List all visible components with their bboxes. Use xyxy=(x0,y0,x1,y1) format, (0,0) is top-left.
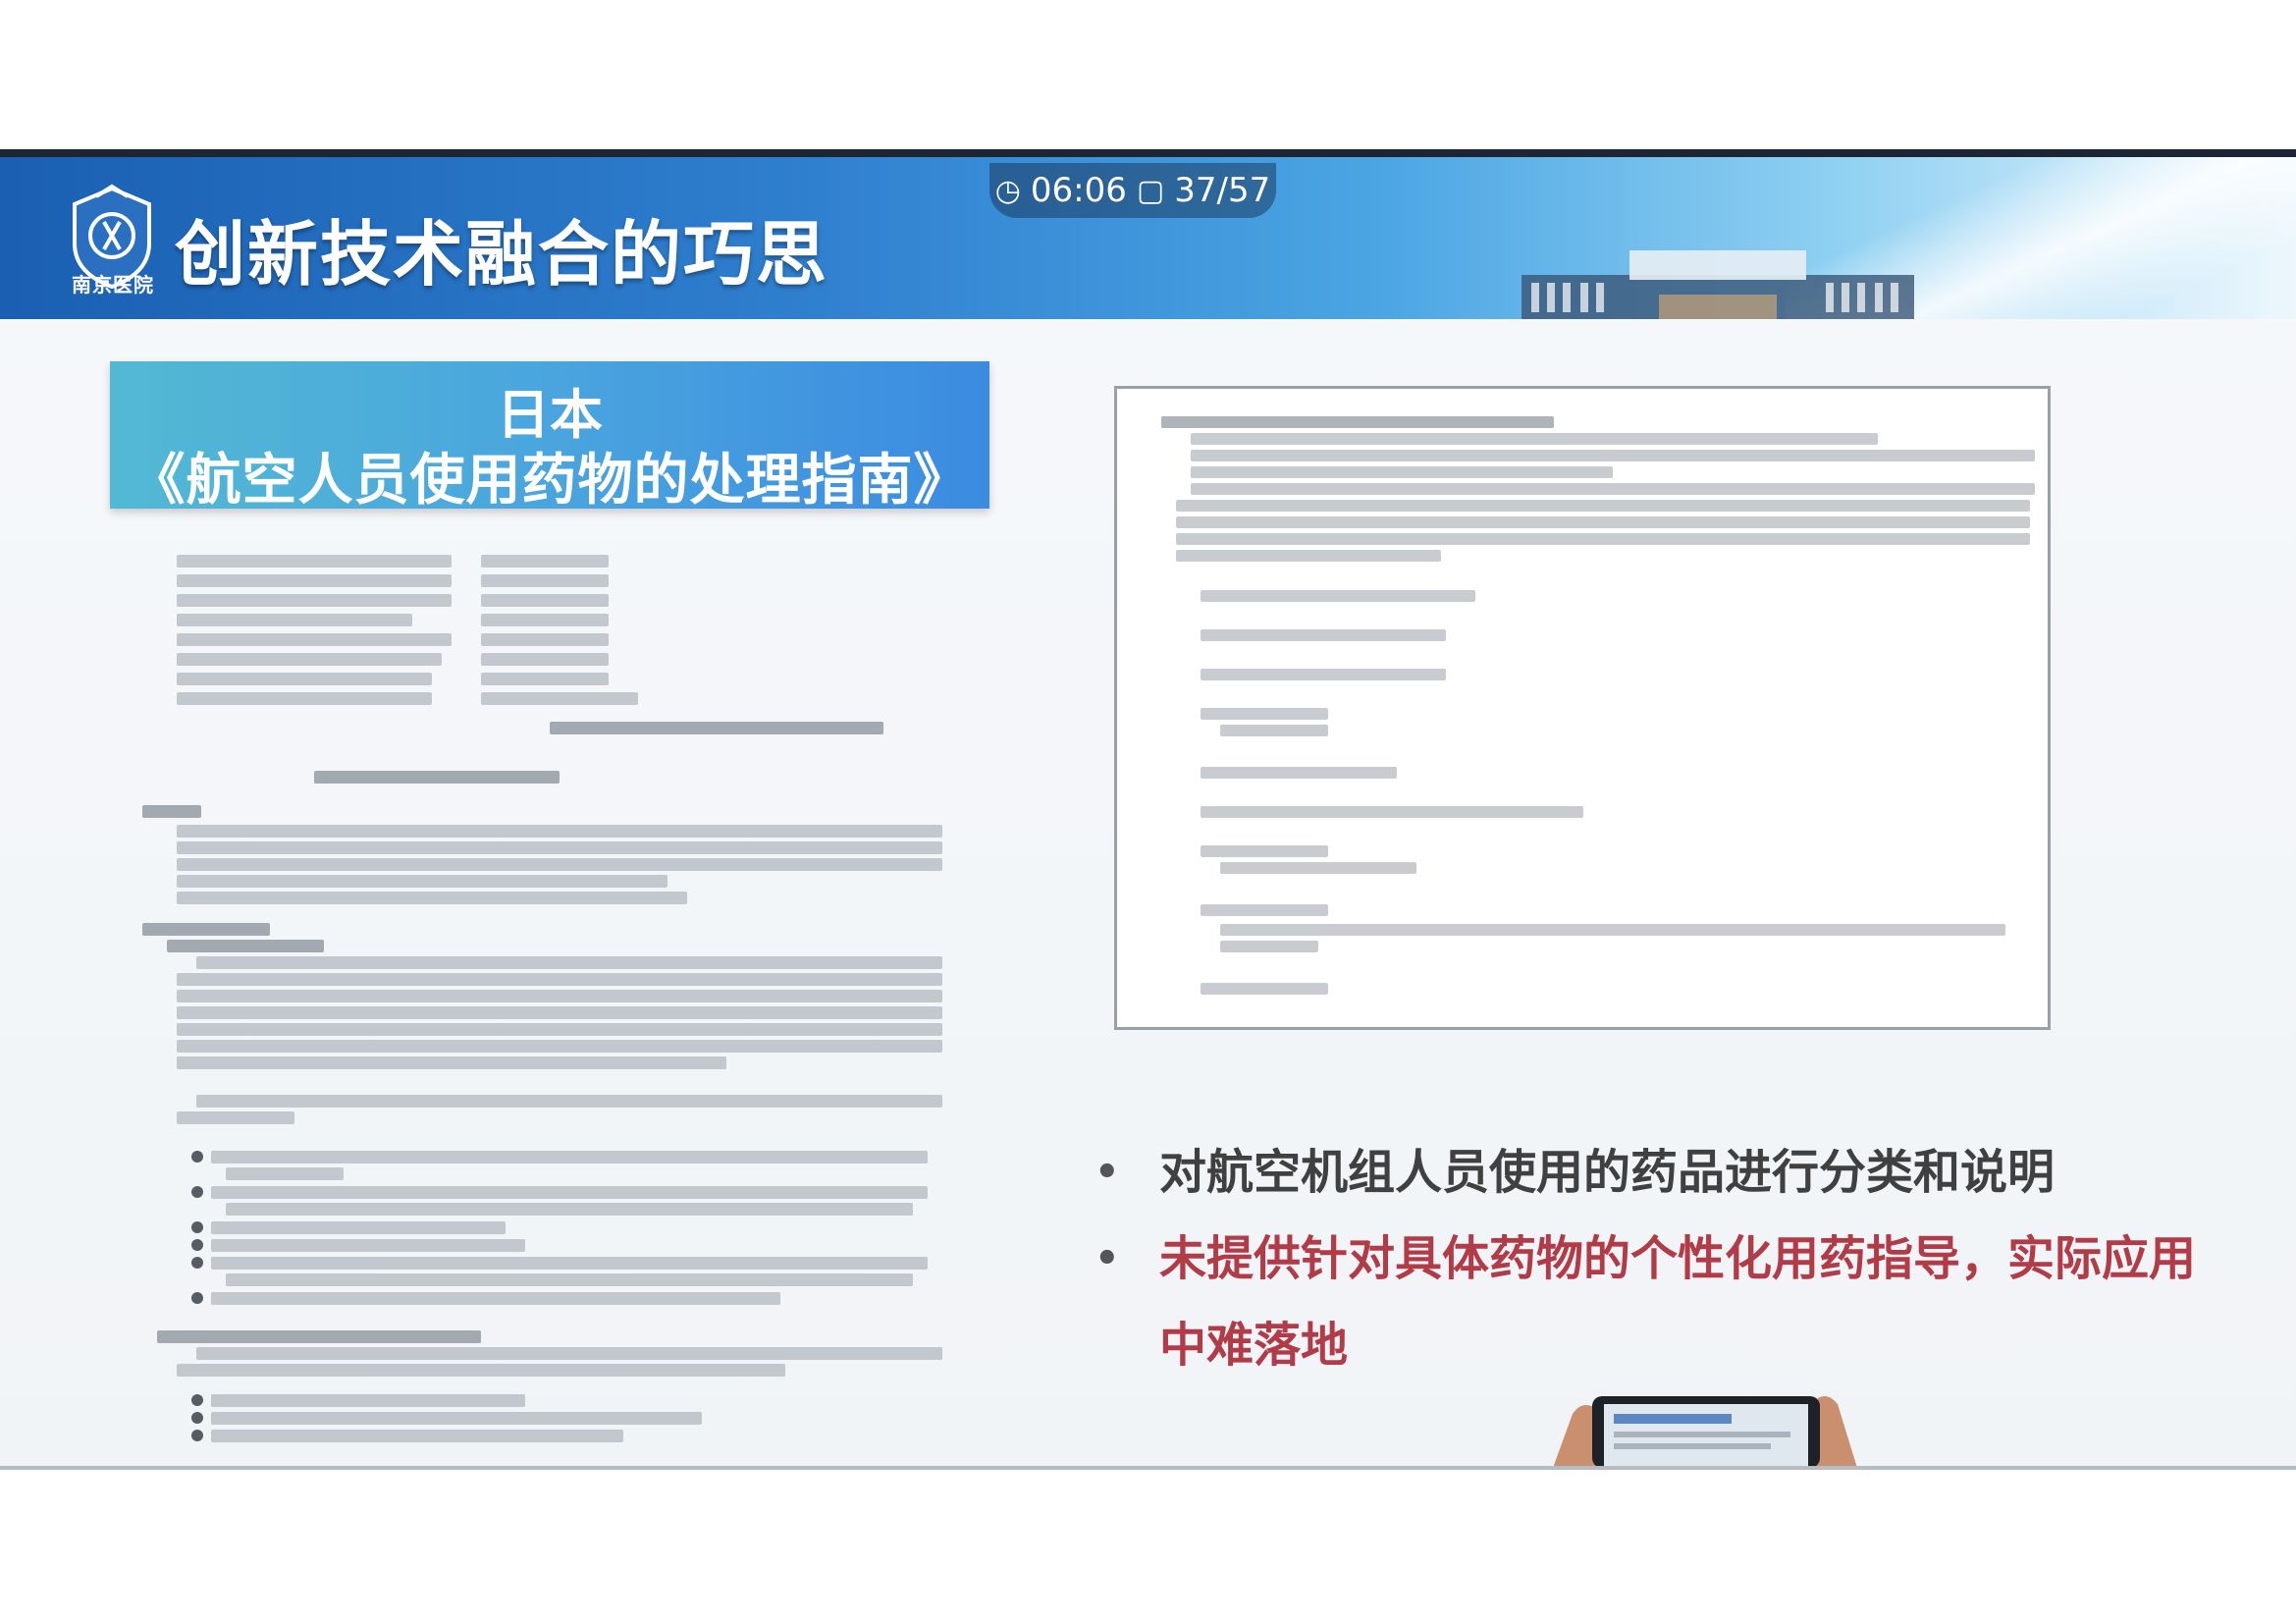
page-counter: 37/57 xyxy=(1174,171,1271,210)
bullet-marker: • xyxy=(1095,1236,1120,1281)
document-title-banner: 日本 《航空人员使用药物的处理指南》 xyxy=(110,361,989,513)
slide-header: 南京医院 创新技术融合的巧思 ◷ 06:06 ▢ 37/57 xyxy=(0,157,2296,319)
audience-phone-photo xyxy=(1553,1396,1857,1466)
document-image-left xyxy=(137,550,952,1442)
bullet-marker: • xyxy=(1095,1150,1120,1195)
building-illustration xyxy=(1522,250,1914,319)
presentation-slide: 南京医院 创新技术融合的巧思 ◷ 06:06 ▢ 37/57 日本 《航空人员使… xyxy=(0,157,2296,1466)
presentation-timer: ◷ 06:06 ▢ 37/57 xyxy=(989,163,1276,218)
document-image-right xyxy=(1114,386,2051,1030)
key-point-text: 对航空机组人员使用的药品进行分类和说明 xyxy=(1159,1145,2056,1200)
clock-icon: ◷ xyxy=(994,173,1021,208)
slide-title: 创新技术融合的巧思 xyxy=(175,213,829,296)
page-icon: ▢ xyxy=(1136,173,1165,208)
logo-text: 南京医院 xyxy=(72,273,154,297)
key-point-text: 未提供针对具体药物的个性化用药指导，实际应用中难落地 xyxy=(1159,1231,2197,1373)
timer-value: 06:06 xyxy=(1030,171,1127,210)
banner-document-title: 《航空人员使用药物的处理指南》 xyxy=(130,449,970,513)
screen-bottom-edge xyxy=(0,1466,2296,1470)
